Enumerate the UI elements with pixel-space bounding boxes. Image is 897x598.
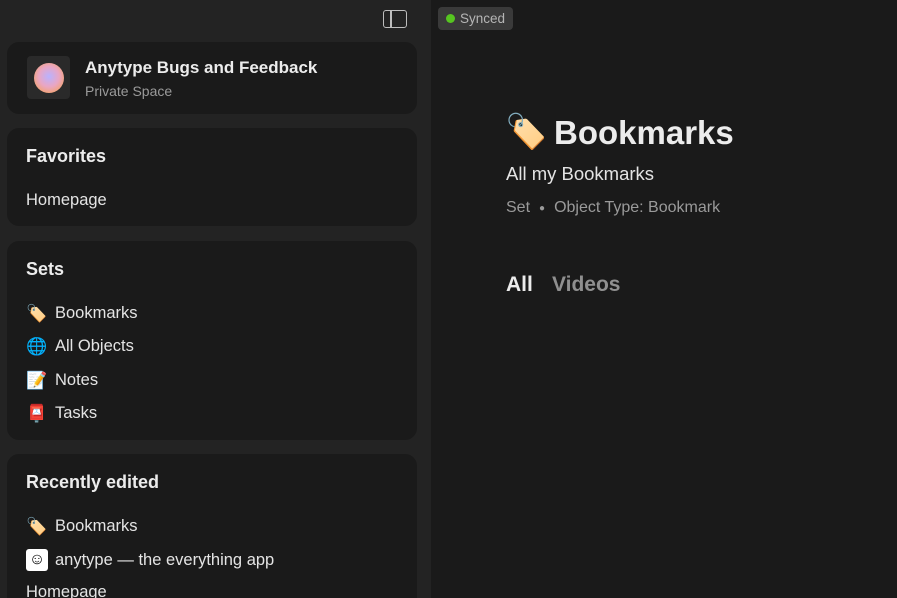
smiley-icon: ☺ bbox=[26, 549, 48, 571]
recent-item-bookmarks[interactable]: 🏷️ Bookmarks bbox=[26, 515, 138, 537]
sidebar-toggle-icon[interactable] bbox=[383, 10, 407, 28]
postbox-icon: 📮 bbox=[26, 403, 48, 423]
globe-icon: 🌐 bbox=[26, 336, 48, 356]
item-label: Homepage bbox=[26, 190, 107, 209]
sets-widget: Sets 🏷️ Bookmarks 🌐 All Objects 📝 Notes … bbox=[7, 241, 417, 440]
sidebar: Anytype Bugs and Feedback Private Space … bbox=[0, 0, 431, 598]
sets-title[interactable]: Sets bbox=[26, 259, 64, 280]
space-subtitle: Private Space bbox=[85, 83, 173, 99]
sets-item-bookmarks[interactable]: 🏷️ Bookmarks bbox=[26, 302, 138, 324]
favorites-widget: Favorites Homepage bbox=[7, 128, 417, 226]
meta-object-type[interactable]: Object Type: Bookmark bbox=[554, 199, 720, 217]
memo-icon: 📝 bbox=[26, 370, 48, 390]
recent-item-anytype[interactable]: ☺ anytype — the everything app bbox=[26, 549, 274, 571]
space-avatar bbox=[27, 56, 70, 99]
tab-videos[interactable]: Videos bbox=[552, 273, 620, 297]
item-label: anytype — the everything app bbox=[55, 550, 275, 569]
page-title[interactable]: Bookmarks bbox=[554, 114, 734, 152]
page-meta: Set ● Object Type: Bookmark bbox=[506, 199, 720, 217]
recent-item-homepage[interactable]: Homepage bbox=[26, 581, 107, 598]
favorites-item-homepage[interactable]: Homepage bbox=[26, 189, 107, 211]
page-icon[interactable]: 🏷️ bbox=[505, 111, 547, 153]
item-label: Homepage bbox=[26, 582, 107, 598]
sets-item-all-objects[interactable]: 🌐 All Objects bbox=[26, 335, 134, 357]
page-description[interactable]: All my Bookmarks bbox=[506, 163, 654, 185]
item-label: Tasks bbox=[55, 403, 98, 422]
sets-item-tasks[interactable]: 📮 Tasks bbox=[26, 402, 97, 424]
space-card[interactable]: Anytype Bugs and Feedback Private Space bbox=[7, 42, 417, 114]
item-label: All Objects bbox=[55, 336, 134, 355]
sync-status-dot-icon bbox=[446, 14, 455, 23]
tab-all[interactable]: All bbox=[506, 273, 533, 297]
sync-status-label: Synced bbox=[460, 11, 506, 26]
sets-item-notes[interactable]: 📝 Notes bbox=[26, 369, 98, 391]
bookmark-tag-icon: 🏷️ bbox=[26, 303, 48, 323]
favorites-title[interactable]: Favorites bbox=[26, 146, 106, 167]
meta-type: Set bbox=[506, 199, 531, 216]
item-label: Bookmarks bbox=[55, 516, 138, 535]
bookmark-tag-icon: 🏷️ bbox=[26, 516, 48, 536]
space-title: Anytype Bugs and Feedback bbox=[85, 58, 318, 77]
meta-separator-icon: ● bbox=[539, 202, 546, 214]
main-content: Synced 🏷️ Bookmarks All my Bookmarks Set… bbox=[431, 0, 897, 598]
item-label: Notes bbox=[55, 370, 99, 389]
sync-status-badge[interactable]: Synced bbox=[438, 7, 514, 30]
recent-title[interactable]: Recently edited bbox=[26, 472, 159, 493]
recently-edited-widget: Recently edited 🏷️ Bookmarks ☺ anytype —… bbox=[7, 454, 417, 598]
item-label: Bookmarks bbox=[55, 303, 138, 322]
